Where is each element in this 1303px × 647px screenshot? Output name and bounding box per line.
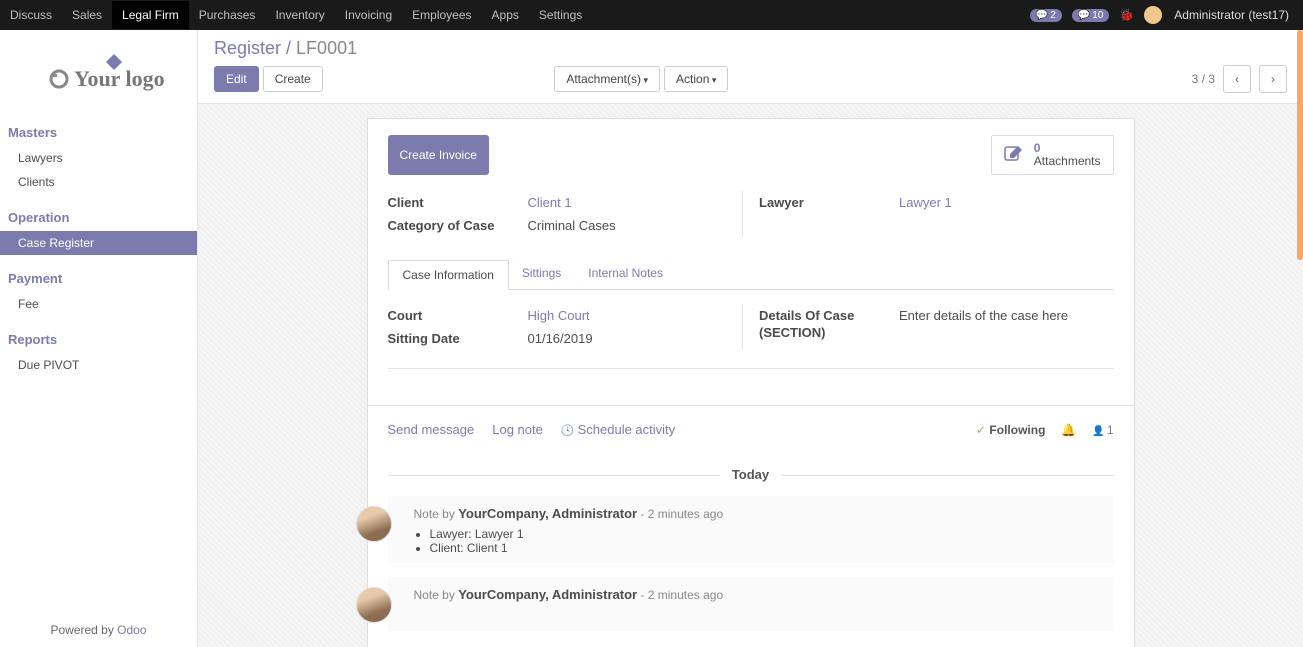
pager-next[interactable]: ›: [1259, 65, 1287, 93]
message-header: Note by YourCompany, Administrator - 2 m…: [414, 506, 1102, 521]
scrollbar-thumb[interactable]: [1297, 30, 1303, 260]
create-button[interactable]: Create: [263, 66, 323, 92]
message-prefix: Note by: [414, 588, 459, 602]
date-separator: Today: [388, 467, 1114, 482]
following-button[interactable]: Following: [976, 423, 1045, 437]
label-details: Details Of Case (SECTION): [759, 308, 899, 342]
section-payment[interactable]: Payment: [0, 265, 197, 292]
log-note[interactable]: Log note: [492, 422, 543, 437]
pager: 3 / 3 ‹ ›: [1192, 65, 1287, 93]
breadcrumb-parent[interactable]: Register: [214, 38, 281, 58]
following-label: Following: [989, 423, 1045, 437]
message-time: - 2 minutes ago: [637, 588, 723, 602]
sidebar-case-register[interactable]: Case Register: [0, 231, 197, 255]
top-menu: Discuss Sales Legal Firm Purchases Inven…: [0, 1, 592, 29]
label-court: Court: [388, 308, 528, 323]
svg-text:Your logo: Your logo: [74, 66, 165, 91]
nav-settings[interactable]: Settings: [529, 1, 592, 29]
message-author[interactable]: YourCompany, Administrator: [458, 587, 637, 602]
section-operation[interactable]: Operation: [0, 204, 197, 231]
pager-prev[interactable]: ‹: [1223, 65, 1251, 93]
nav-invoicing[interactable]: Invoicing: [335, 1, 402, 29]
message-time: - 2 minutes ago: [637, 507, 723, 521]
form-sheet: Create Invoice 0 Attachments: [367, 118, 1135, 406]
content: Register / LF0001 Edit Create Attachment…: [198, 30, 1303, 647]
label-sitting-date: Sitting Date: [388, 331, 528, 346]
logo[interactable]: Your logo: [0, 30, 197, 115]
attachment-icon: [1004, 144, 1024, 167]
message: Note by YourCompany, Administrator - 2 m…: [388, 496, 1114, 563]
pager-text: 3 / 3: [1192, 72, 1215, 86]
message-line: Client: Client 1: [430, 541, 1102, 555]
nav-employees[interactable]: Employees: [402, 1, 481, 29]
nav-purchases[interactable]: Purchases: [189, 1, 266, 29]
create-invoice-button[interactable]: Create Invoice: [388, 135, 489, 175]
tabs: Case Information Sittings Internal Notes: [388, 259, 1114, 290]
label-category: Category of Case: [388, 218, 528, 233]
nav-sales[interactable]: Sales: [62, 1, 112, 29]
powered-by: Powered by Odoo: [0, 613, 197, 647]
nav-discuss[interactable]: Discuss: [0, 1, 62, 29]
nav-legal-firm[interactable]: Legal Firm: [112, 1, 189, 29]
inbox-badge[interactable]: 💬10: [1072, 9, 1110, 22]
action-dropdown[interactable]: Action: [664, 66, 728, 92]
attachments-box[interactable]: 0 Attachments: [991, 135, 1114, 175]
value-category: Criminal Cases: [528, 218, 743, 233]
sheet-background: Create Invoice 0 Attachments: [198, 104, 1303, 647]
bug-icon[interactable]: 🐞: [1119, 8, 1134, 22]
inbox-count: 10: [1092, 10, 1103, 21]
control-bar: Register / LF0001 Edit Create Attachment…: [198, 30, 1303, 104]
breadcrumb-sep: /: [281, 38, 296, 58]
attachment-label: Attachments: [1034, 155, 1101, 168]
breadcrumb-current: LF0001: [296, 38, 357, 58]
section-reports[interactable]: Reports: [0, 326, 197, 353]
value-court[interactable]: High Court: [528, 308, 743, 323]
top-nav: Discuss Sales Legal Firm Purchases Inven…: [0, 0, 1303, 30]
sidebar-clients[interactable]: Clients: [0, 170, 197, 194]
date-sep-label: Today: [720, 467, 781, 482]
message-prefix: Note by: [414, 507, 459, 521]
value-details: Enter details of the case here: [899, 308, 1114, 342]
value-sitting-date: 01/16/2019: [528, 331, 743, 346]
chat-count: 2: [1050, 10, 1056, 21]
tab-internal-notes[interactable]: Internal Notes: [574, 259, 677, 289]
nav-inventory[interactable]: Inventory: [265, 1, 334, 29]
chat-badge[interactable]: 💬2: [1030, 9, 1062, 22]
tab-case-information[interactable]: Case Information: [388, 260, 509, 290]
avatar[interactable]: [1144, 6, 1162, 24]
message-line: Lawyer: Lawyer 1: [430, 527, 1102, 541]
sidebar-fee[interactable]: Fee: [0, 292, 197, 316]
send-message[interactable]: Send message: [388, 422, 475, 437]
message-author[interactable]: YourCompany, Administrator: [458, 506, 637, 521]
value-lawyer[interactable]: Lawyer 1: [899, 195, 1114, 210]
sidebar-due-pivot[interactable]: Due PIVOT: [0, 353, 197, 377]
nav-apps[interactable]: Apps: [482, 1, 529, 29]
top-right: 💬2 💬10 🐞 Administrator (test17): [1030, 6, 1303, 24]
tab-sittings[interactable]: Sittings: [508, 259, 575, 289]
followers-count[interactable]: 1: [1092, 423, 1113, 437]
sidebar: Your logo Masters Lawyers Clients Operat…: [0, 30, 198, 647]
powered-prefix: Powered by: [50, 623, 117, 637]
section-masters[interactable]: Masters: [0, 119, 197, 146]
user-name[interactable]: Administrator (test17): [1174, 8, 1289, 22]
powered-link[interactable]: Odoo: [117, 623, 146, 637]
sidebar-lawyers[interactable]: Lawyers: [0, 146, 197, 170]
label-client: Client: [388, 195, 528, 210]
message-avatar: [356, 587, 392, 623]
schedule-activity[interactable]: Schedule activity: [561, 422, 675, 437]
edit-button[interactable]: Edit: [214, 66, 259, 92]
message-header: Note by YourCompany, Administrator - 2 m…: [414, 587, 1102, 602]
label-lawyer: Lawyer: [759, 195, 899, 210]
message: Note by YourCompany, Administrator - 2 m…: [388, 577, 1114, 631]
chatter: Send message Log note Schedule activity …: [367, 406, 1135, 647]
value-client[interactable]: Client 1: [528, 195, 743, 210]
breadcrumb: Register / LF0001: [214, 38, 1287, 59]
bell-icon[interactable]: 🔔: [1061, 423, 1076, 437]
attachments-dropdown[interactable]: Attachment(s): [554, 66, 660, 92]
message-avatar: [356, 506, 392, 542]
